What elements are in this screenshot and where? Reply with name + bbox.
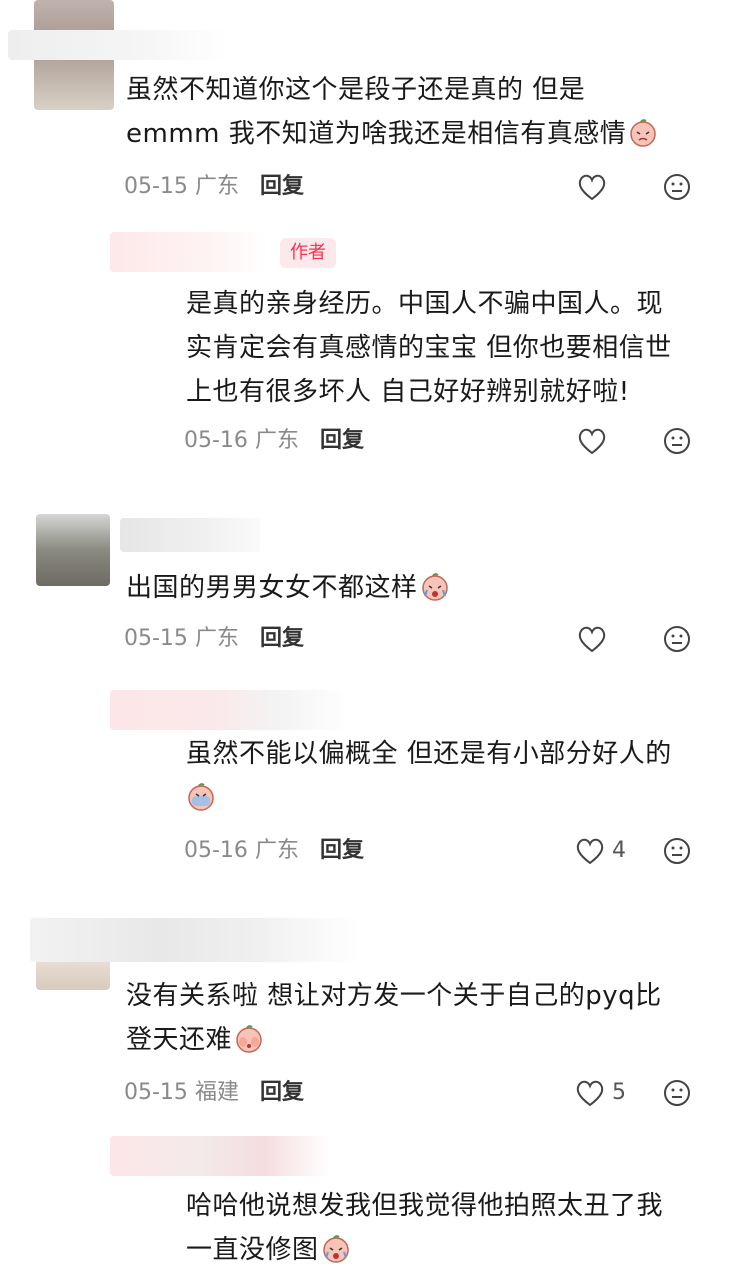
- comment-date: 05-15: [124, 174, 188, 199]
- username-blurred[interactable]: [110, 1136, 330, 1176]
- comment-date: 05-16: [184, 428, 248, 453]
- comment-line: 出国的男男女女不都这样: [126, 573, 418, 603]
- author-tag: 作者: [280, 238, 336, 268]
- crying-peach-emoji-icon: [186, 782, 216, 812]
- comment-region: 福建: [194, 1080, 239, 1105]
- comment-meta: 05-15 福建 回复: [124, 1076, 304, 1110]
- comment-line: emmm 我不知道为啥我还是相信有真感情: [126, 119, 627, 149]
- meh-face-icon: [662, 624, 692, 654]
- comment-date: 05-15: [124, 626, 188, 651]
- comment-text: 没有关系啦 想让对方发一个关于自己的pyq比 登天还难: [126, 974, 662, 1062]
- like-button[interactable]: [576, 170, 608, 204]
- like-button[interactable]: [576, 424, 608, 458]
- like-count: 4: [612, 838, 626, 863]
- crying-peach-emoji-icon: [628, 118, 658, 148]
- username-blurred[interactable]: [120, 518, 260, 552]
- comment-text: 哈哈他说想发我但我觉得他拍照太丑了我 一直没修图: [186, 1184, 663, 1272]
- comment-meta: 05-16 广东 回复: [184, 424, 364, 458]
- comment-line: 实肯定会有真感情的宝宝 但你也要相信世: [186, 333, 672, 363]
- username-blurred[interactable]: [110, 232, 270, 272]
- comment-meta: 05-15 广东 回复: [124, 622, 304, 656]
- comment-text: 是真的亲身经历。中国人不骗中国人。现 实肯定会有真感情的宝宝 但你也要相信世 上…: [186, 282, 672, 414]
- reply-button[interactable]: 回复: [260, 626, 304, 651]
- covering-face-peach-emoji-icon: [234, 1024, 264, 1054]
- comment-line: 哈哈他说想发我但我觉得他拍照太丑了我: [186, 1191, 664, 1221]
- reply-button[interactable]: 回复: [260, 1080, 304, 1105]
- heart-icon: [576, 172, 608, 202]
- like-button[interactable]: [576, 622, 608, 656]
- comment-line: 登天还难: [126, 1025, 233, 1055]
- comment-region: 广东: [194, 626, 239, 651]
- like-button[interactable]: 5: [574, 1076, 626, 1110]
- username-blurred[interactable]: [8, 30, 228, 60]
- comment-region: 广东: [194, 174, 239, 199]
- heart-icon: [576, 624, 608, 654]
- meh-face-icon: [662, 836, 692, 866]
- dislike-button[interactable]: [662, 622, 692, 656]
- comment-text: 虽然不知道你这个是段子还是真的 但是 emmm 我不知道为啥我还是相信有真感情: [126, 68, 658, 156]
- comment-meta: 05-16 广东 回复: [184, 834, 364, 868]
- crying-peach-emoji-icon: [321, 1234, 351, 1264]
- meh-face-icon: [662, 1078, 692, 1108]
- heart-icon: [574, 836, 606, 866]
- comment-meta: 05-15 广东 回复: [124, 170, 304, 204]
- dislike-button[interactable]: [662, 834, 692, 868]
- heart-icon: [574, 1078, 606, 1108]
- reply-button[interactable]: 回复: [320, 838, 364, 863]
- like-count: 5: [612, 1080, 626, 1105]
- comment-line: 是真的亲身经历。中国人不骗中国人。现: [186, 289, 664, 319]
- comment-date: 05-16: [184, 838, 248, 863]
- comment-region: 广东: [254, 838, 299, 863]
- comment-line: 一直没修图: [186, 1235, 319, 1265]
- comment-line: 虽然不能以偏概全 但还是有小部分好人的: [186, 739, 672, 769]
- meh-face-icon: [662, 172, 692, 202]
- comment-text: 出国的男男女女不都这样: [126, 566, 450, 610]
- heart-icon: [576, 426, 608, 456]
- like-button[interactable]: 4: [574, 834, 626, 868]
- comment-date: 05-15: [124, 1080, 188, 1105]
- dislike-button[interactable]: [662, 170, 692, 204]
- meh-face-icon: [662, 426, 692, 456]
- comment-line: 没有关系啦 想让对方发一个关于自己的pyq比: [126, 981, 662, 1011]
- dislike-button[interactable]: [662, 1076, 692, 1110]
- comment-line: 虽然不知道你这个是段子还是真的 但是: [126, 75, 586, 105]
- comment-region: 广东: [254, 428, 299, 453]
- username-blurred[interactable]: [30, 918, 360, 962]
- reply-button[interactable]: 回复: [320, 428, 364, 453]
- comment-text: 虽然不能以偏概全 但还是有小部分好人的: [186, 732, 672, 820]
- dislike-button[interactable]: [662, 424, 692, 458]
- username-blurred[interactable]: [110, 690, 350, 730]
- avatar[interactable]: [36, 514, 110, 586]
- reply-button[interactable]: 回复: [260, 174, 304, 199]
- crying-peach-emoji-icon: [420, 572, 450, 602]
- comment-line: 上也有很多坏人 自己好好辨别就好啦!: [186, 377, 630, 407]
